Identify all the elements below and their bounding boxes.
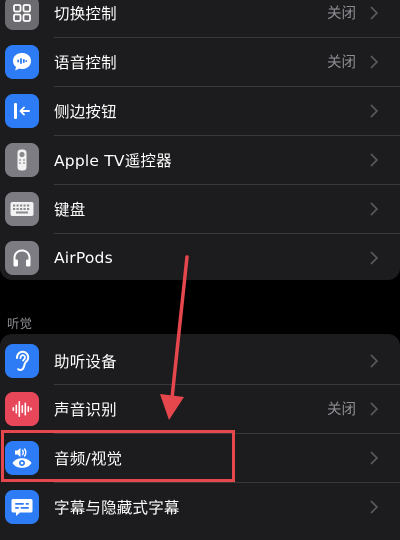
row-label: AirPods — [54, 248, 113, 267]
apple-tv-remote-icon — [5, 142, 39, 177]
row-apple-tv-remote[interactable]: Apple TV遥控器 — [0, 135, 400, 184]
row-label: 字幕与隐藏式字幕 — [54, 498, 180, 517]
chevron-right-icon — [370, 499, 378, 514]
row-keyboard[interactable]: 键盘 — [0, 184, 400, 233]
airpods-icon — [5, 240, 39, 275]
row-label: 声音识别 — [54, 400, 117, 419]
row-label: 键盘 — [54, 200, 86, 219]
row-label: 语音控制 — [54, 53, 117, 72]
row-value: 关闭 — [327, 6, 356, 22]
sound-recognition-icon — [5, 391, 39, 426]
switch-control-icon — [5, 0, 39, 30]
row-subtitles-captioning[interactable]: 字幕与隐藏式字幕 — [0, 482, 400, 531]
row-voice-control[interactable]: 语音控制 关闭 — [0, 37, 400, 86]
chevron-right-icon — [370, 54, 378, 69]
row-value: 关闭 — [327, 402, 356, 418]
row-switch-control[interactable]: 切换控制 关闭 — [0, 0, 400, 37]
chevron-right-icon — [370, 152, 378, 167]
chevron-right-icon — [370, 401, 378, 416]
chevron-right-icon — [370, 5, 378, 20]
row-sound-recognition[interactable]: 声音识别 关闭 — [0, 384, 400, 433]
section-header-hearing: 听觉 — [7, 316, 33, 331]
chevron-right-icon — [370, 353, 378, 368]
row-side-button[interactable]: 侧边按钮 — [0, 86, 400, 135]
hearing-device-icon — [5, 343, 39, 378]
highlight-box — [1, 430, 235, 482]
chevron-right-icon — [370, 250, 378, 265]
row-label: Apple TV遥控器 — [54, 151, 172, 170]
chevron-right-icon — [370, 201, 378, 216]
voice-control-icon — [5, 44, 39, 79]
keyboard-icon — [5, 191, 39, 226]
row-value: 关闭 — [327, 55, 356, 71]
row-hearing-devices[interactable]: 助听设备 — [0, 336, 400, 385]
chevron-right-icon — [370, 103, 378, 118]
row-label: 侧边按钮 — [54, 102, 117, 121]
row-label: 切换控制 — [54, 4, 117, 23]
row-airpods[interactable]: AirPods — [0, 233, 400, 282]
row-label: 助听设备 — [54, 352, 117, 371]
subtitles-icon — [5, 489, 39, 524]
chevron-right-icon — [370, 450, 378, 465]
side-button-icon — [5, 93, 39, 128]
